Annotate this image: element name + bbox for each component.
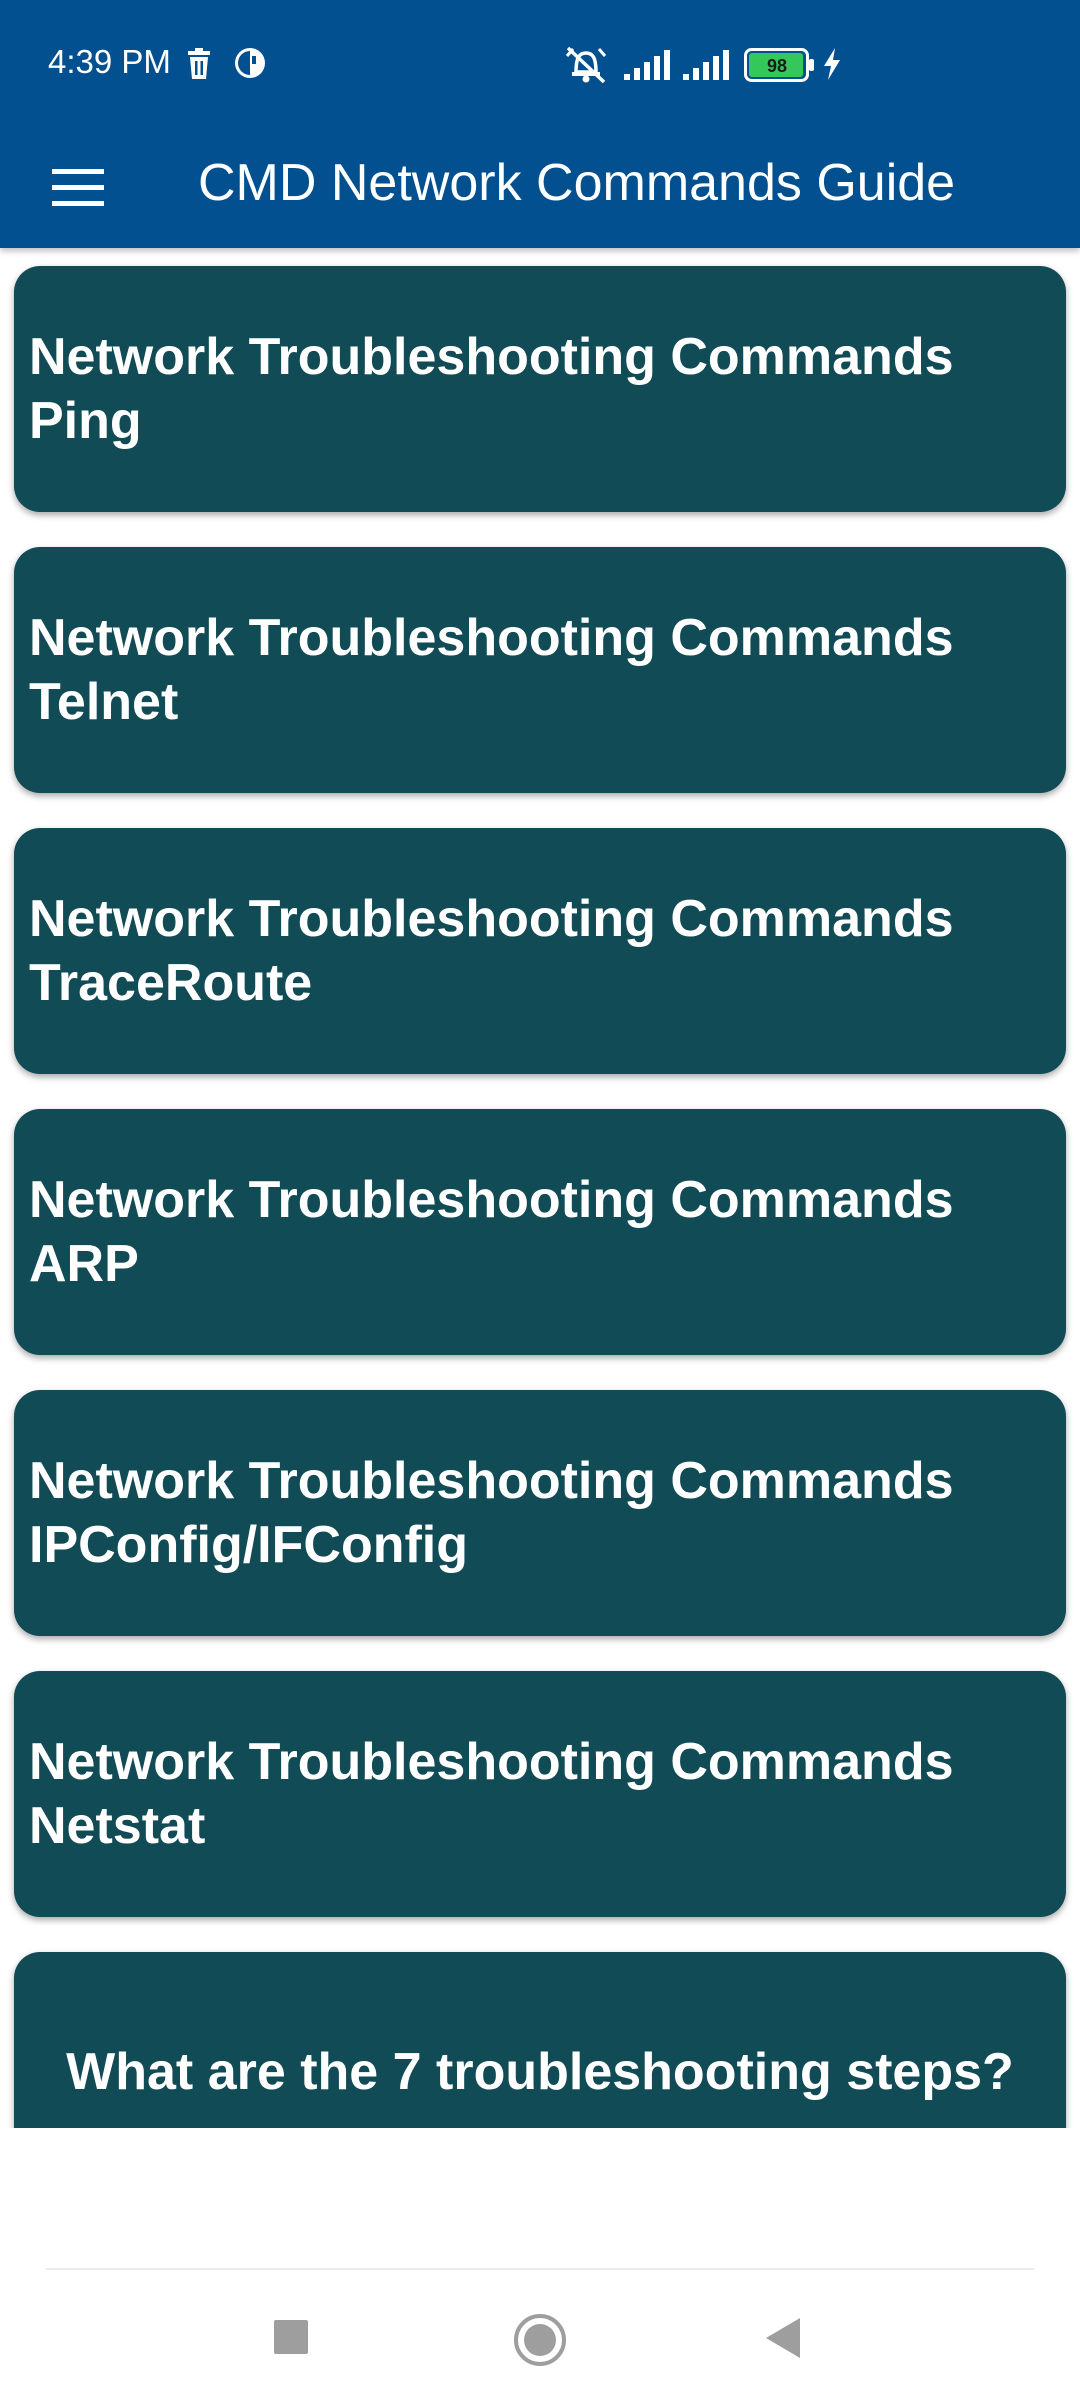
card-ipconfig[interactable]: Network Troubleshooting Commands IPConfi… <box>14 1390 1066 1636</box>
charging-icon <box>824 48 840 80</box>
vpn-icon <box>235 48 265 78</box>
status-bar: 4:39 PM 98 <box>0 0 1080 128</box>
status-time: 4:39 PM <box>48 43 171 80</box>
card-title: Network Troubleshooting Commands <box>29 1452 954 1510</box>
signal-icon <box>683 50 729 80</box>
recents-square-icon[interactable] <box>272 2318 312 2358</box>
card-title: Network Troubleshooting Commands <box>29 609 954 667</box>
card-subtitle: ARP <box>29 1235 139 1293</box>
back-triangle-icon[interactable] <box>762 2316 804 2360</box>
card-title: Network Troubleshooting Commands <box>29 328 954 386</box>
card-troubleshooting-steps[interactable]: What are the 7 troubleshooting steps? <box>14 1952 1066 2128</box>
card-title: What are the 7 troubleshooting steps? <box>66 2043 1014 2101</box>
system-nav-bar <box>0 2270 1080 2400</box>
card-subtitle: Telnet <box>29 673 179 731</box>
command-list: Network Troubleshooting Commands Ping Ne… <box>0 248 1080 2128</box>
hamburger-menu-icon <box>52 169 104 206</box>
card-subtitle: Netstat <box>29 1797 206 1855</box>
card-traceroute[interactable]: Network Troubleshooting Commands TraceRo… <box>14 828 1066 1074</box>
card-subtitle: TraceRoute <box>29 954 313 1012</box>
trash-icon <box>188 48 210 79</box>
alarm-off-icon <box>565 46 607 84</box>
card-telnet[interactable]: Network Troubleshooting Commands Telnet <box>14 547 1066 793</box>
card-title: Network Troubleshooting Commands <box>29 1733 954 1791</box>
hamburger-menu-button[interactable] <box>38 153 118 223</box>
battery-level: 98 <box>767 56 787 76</box>
toolbar: CMD Network Commands Guide <box>0 128 1080 248</box>
app-bar: 4:39 PM 98 CMD Network Commands Guide <box>0 0 1080 248</box>
signal-icon <box>624 50 670 80</box>
home-circle-icon[interactable] <box>512 2312 568 2368</box>
app-title: CMD Network Commands Guide <box>198 154 956 212</box>
card-subtitle: Ping <box>29 392 142 450</box>
card-netstat[interactable]: Network Troubleshooting Commands Netstat <box>14 1671 1066 1917</box>
card-subtitle: IPConfig/IFConfig <box>29 1516 469 1574</box>
card-ping[interactable]: Network Troubleshooting Commands Ping <box>14 266 1066 512</box>
card-title: Network Troubleshooting Commands <box>29 890 954 948</box>
battery-icon: 98 <box>744 48 814 82</box>
card-title: Network Troubleshooting Commands <box>29 1171 954 1229</box>
card-arp[interactable]: Network Troubleshooting Commands ARP <box>14 1109 1066 1355</box>
